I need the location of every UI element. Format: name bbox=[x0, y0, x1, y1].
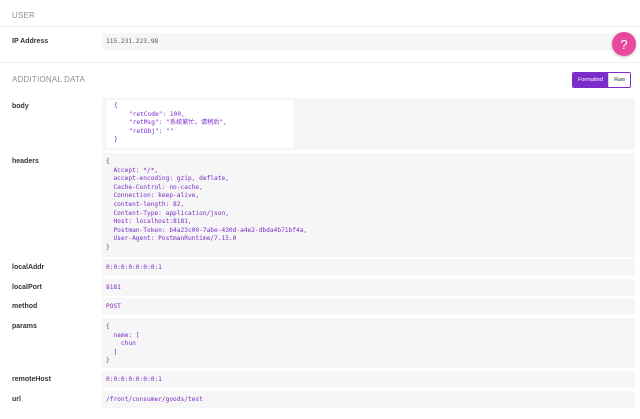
headers-line: Content-Type: application/json, bbox=[106, 209, 229, 217]
body-line: } bbox=[114, 136, 118, 144]
localaddr-value: 0:0:0:0:0:0:0:1 bbox=[102, 259, 635, 276]
remotehost-label: remoteHost bbox=[12, 376, 51, 383]
body-line: { bbox=[114, 102, 118, 109]
url-label: url bbox=[12, 396, 21, 403]
help-button[interactable]: ? bbox=[612, 32, 636, 56]
divider bbox=[0, 62, 640, 63]
headers-value-box: { Accept: */*, accept-encoding: gzip, de… bbox=[102, 153, 635, 257]
user-section-title: USER bbox=[12, 11, 36, 20]
params-value-box: { name: [ chun ] } bbox=[102, 318, 635, 368]
ip-address-label: IP Address bbox=[12, 38, 49, 45]
remotehost-value: 0:0:0:0:0:0:0:1 bbox=[102, 371, 635, 388]
params-line: chun bbox=[106, 340, 136, 348]
params-line: { bbox=[106, 323, 110, 330]
params-label: params bbox=[12, 323, 37, 330]
body-line: "retCode": 100, bbox=[114, 110, 185, 118]
formatted-button[interactable]: Formatted bbox=[573, 73, 609, 87]
params-line: } bbox=[106, 357, 110, 365]
localport-value: 8181 bbox=[102, 279, 635, 296]
body-line: "retObj": "" bbox=[114, 127, 174, 135]
headers-line: { bbox=[106, 158, 110, 165]
headers-line: Host: localhost:8181, bbox=[106, 218, 192, 226]
headers-line: Postman-Token: b4a23c00-7abe-430d-a4e2-d… bbox=[106, 226, 308, 234]
headers-line: } bbox=[106, 243, 110, 251]
headers-label: headers bbox=[12, 158, 39, 165]
additional-data-section-title: ADDITIONAL DATA bbox=[12, 75, 86, 84]
url-value: /front/consumer/goods/test bbox=[102, 391, 635, 408]
question-icon: ? bbox=[620, 36, 628, 52]
body-json: { "retCode": 100, "retMsg": "系统繁忙，请稍后", … bbox=[106, 100, 294, 148]
headers-line: accept-encoding: gzip, deflate, bbox=[106, 175, 229, 183]
divider bbox=[0, 26, 640, 27]
localport-label: localPort bbox=[12, 284, 42, 291]
body-value-box: { "retCode": 100, "retMsg": "系统繁忙，请稍后", … bbox=[102, 98, 635, 150]
format-toggle: Formatted Raw bbox=[572, 72, 632, 88]
headers-line: Accept: */*, bbox=[106, 166, 159, 174]
params-line: ] bbox=[106, 348, 118, 356]
headers-line: content-length: 82, bbox=[106, 200, 185, 208]
method-label: method bbox=[12, 303, 38, 310]
ip-address-value: 115.231.223.98 bbox=[102, 33, 635, 50]
method-value: POST bbox=[102, 298, 635, 315]
body-line: "retMsg": "系统繁忙，请稍后", bbox=[114, 119, 227, 127]
body-label: body bbox=[12, 103, 29, 110]
headers-line: Cache-Control: no-cache, bbox=[106, 183, 203, 191]
headers-line: User-Agent: PostmanRuntime/7.15.0 bbox=[106, 235, 237, 243]
headers-line: Connection: keep-alive, bbox=[106, 192, 200, 200]
raw-button[interactable]: Raw bbox=[608, 73, 631, 87]
localaddr-label: localAddr bbox=[12, 264, 45, 271]
params-line: name: [ bbox=[106, 331, 140, 339]
